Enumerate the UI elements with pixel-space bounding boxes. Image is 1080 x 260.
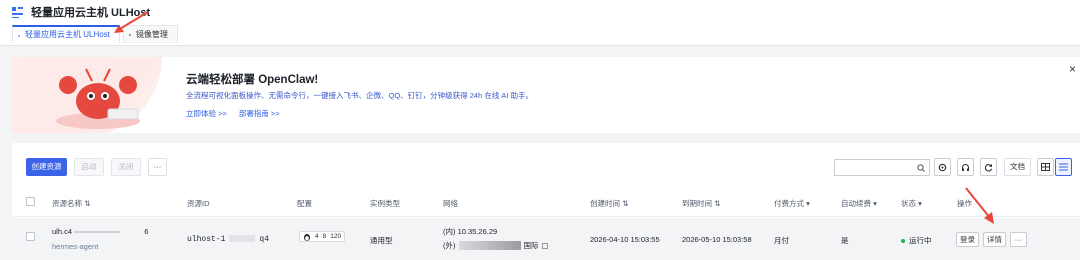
config-mem: 8 bbox=[322, 233, 327, 240]
refresh-icon bbox=[984, 163, 993, 171]
tab-ulhost-label: 轻量应用云主机 ULHost bbox=[25, 30, 110, 39]
col-type: 实例类型 bbox=[370, 199, 400, 208]
promo-banner: 云端轻松部署 OpenClaw! 全流程可视化面板操作、无需命令行，一键接入飞书… bbox=[12, 57, 1080, 133]
create-resource-button[interactable]: 创建资源 bbox=[26, 158, 67, 176]
toolbar: 创建资源 启动 关闭 ··· 文档 bbox=[12, 143, 1080, 184]
annotation-arrow-icon bbox=[965, 187, 994, 224]
table-row: ulh.c4 6 hermes-agent ulhost-1 q4 4 8 120… bbox=[12, 218, 1080, 260]
stop-button[interactable]: 关闭 bbox=[111, 158, 141, 176]
redacted-ip bbox=[458, 241, 521, 250]
col-config: 配置 bbox=[297, 199, 312, 208]
row-checkbox[interactable] bbox=[26, 232, 35, 241]
search-icon bbox=[917, 164, 925, 172]
more-actions-button[interactable]: ··· bbox=[148, 158, 167, 176]
close-icon[interactable]: × bbox=[1069, 62, 1076, 76]
resource-name[interactable]: ulh.c4 6 bbox=[52, 227, 148, 236]
status-badge: 运行中 bbox=[901, 235, 932, 246]
col-name[interactable]: 资源名称 ⇅ bbox=[52, 198, 90, 209]
deploy-guide-link[interactable]: 部署指南 >> bbox=[239, 108, 280, 119]
table-header: 资源名称 ⇅ 资源ID 配置 实例类型 网络 创建时间 ⇅ 到期时间 ⇅ 付费方… bbox=[12, 184, 1080, 217]
copy-icon[interactable] bbox=[541, 242, 548, 249]
linux-icon bbox=[304, 233, 310, 241]
gear-icon bbox=[938, 163, 947, 171]
select-all-checkbox[interactable] bbox=[26, 197, 35, 206]
resource-tag: hermes-agent bbox=[52, 242, 99, 251]
banner-description: 全流程可视化面板操作、无需命令行，一键接入飞书、企微、QQ、钉钉，分钟级获得 2… bbox=[186, 91, 534, 100]
card-view-icon bbox=[1041, 163, 1050, 171]
billing-mode: 月付 bbox=[774, 236, 789, 245]
resource-table: 资源名称 ⇅ 资源ID 配置 实例类型 网络 创建时间 ⇅ 到期时间 ⇅ 付费方… bbox=[12, 184, 1080, 260]
col-id: 资源ID bbox=[187, 199, 210, 208]
resource-id[interactable]: ulhost-1 q4 bbox=[187, 235, 269, 244]
row-more-button[interactable]: ··· bbox=[1010, 232, 1027, 247]
tab-ulhost[interactable]: 轻量应用云主机 ULHost bbox=[12, 25, 120, 43]
col-expires[interactable]: 到期时间 ⇅ bbox=[682, 198, 720, 209]
docs-button[interactable]: 文档 bbox=[1004, 158, 1031, 176]
headset-icon bbox=[961, 163, 970, 171]
col-status[interactable]: 状态 ▾ bbox=[901, 198, 922, 209]
banner-links: 立即体验 >> 部署指南 >> bbox=[186, 108, 280, 119]
app-grid-icon bbox=[12, 6, 23, 18]
col-created[interactable]: 创建时间 ⇅ bbox=[590, 198, 628, 209]
col-network: 网络 bbox=[443, 199, 458, 208]
filter-icon: ▾ bbox=[873, 199, 877, 208]
page-header: 轻量应用云主机 ULHost 轻量应用云主机 ULHost 镜像管理 bbox=[0, 0, 1080, 46]
col-renew[interactable]: 自动续费 ▾ bbox=[841, 198, 877, 209]
ip-region: 国际 bbox=[523, 241, 539, 250]
support-button[interactable] bbox=[957, 158, 974, 176]
auto-renew: 是 bbox=[841, 236, 849, 245]
redacted-text bbox=[74, 231, 121, 234]
ip-external: (外) 国际 bbox=[443, 240, 548, 251]
created-time: 2026-04-10 15:03:55 bbox=[590, 235, 660, 244]
expire-time: 2026-05-10 15:03:58 bbox=[682, 235, 752, 244]
login-button[interactable]: 登录 bbox=[956, 232, 979, 247]
status-dot-icon bbox=[901, 238, 905, 243]
lobster-mascot-icon bbox=[56, 68, 140, 129]
start-button[interactable]: 启动 bbox=[74, 158, 104, 176]
sort-icon: ⇅ bbox=[622, 199, 629, 208]
redacted-text bbox=[229, 235, 256, 243]
ip-internal: (内) 10.35.26.29 bbox=[443, 227, 498, 236]
config-cpu: 4 bbox=[315, 233, 319, 240]
annotation-arrow-icon bbox=[114, 11, 149, 33]
config-spec: 4 8 120 bbox=[299, 231, 346, 242]
filter-icon: ▾ bbox=[806, 199, 810, 208]
list-view-icon bbox=[1059, 163, 1068, 171]
list-view-button[interactable] bbox=[1055, 158, 1072, 176]
sort-icon: ⇅ bbox=[84, 199, 91, 208]
try-now-link[interactable]: 立即体验 >> bbox=[186, 108, 227, 119]
settings-button[interactable] bbox=[934, 158, 951, 176]
col-billing[interactable]: 付费方式 ▾ bbox=[774, 198, 810, 209]
search-input[interactable] bbox=[834, 159, 930, 176]
config-disk: 120 bbox=[330, 233, 342, 240]
banner-title: 云端轻松部署 OpenClaw! bbox=[186, 74, 319, 86]
sort-icon: ⇅ bbox=[714, 199, 721, 208]
tab-bar: 轻量应用云主机 ULHost 镜像管理 bbox=[12, 25, 178, 43]
refresh-button[interactable] bbox=[980, 158, 997, 176]
filter-icon: ▾ bbox=[918, 199, 922, 208]
card-view-button[interactable] bbox=[1037, 158, 1054, 176]
instance-type: 通用型 bbox=[370, 236, 393, 245]
detail-button[interactable]: 详情 bbox=[983, 232, 1006, 247]
tab-dot-icon bbox=[18, 35, 20, 37]
